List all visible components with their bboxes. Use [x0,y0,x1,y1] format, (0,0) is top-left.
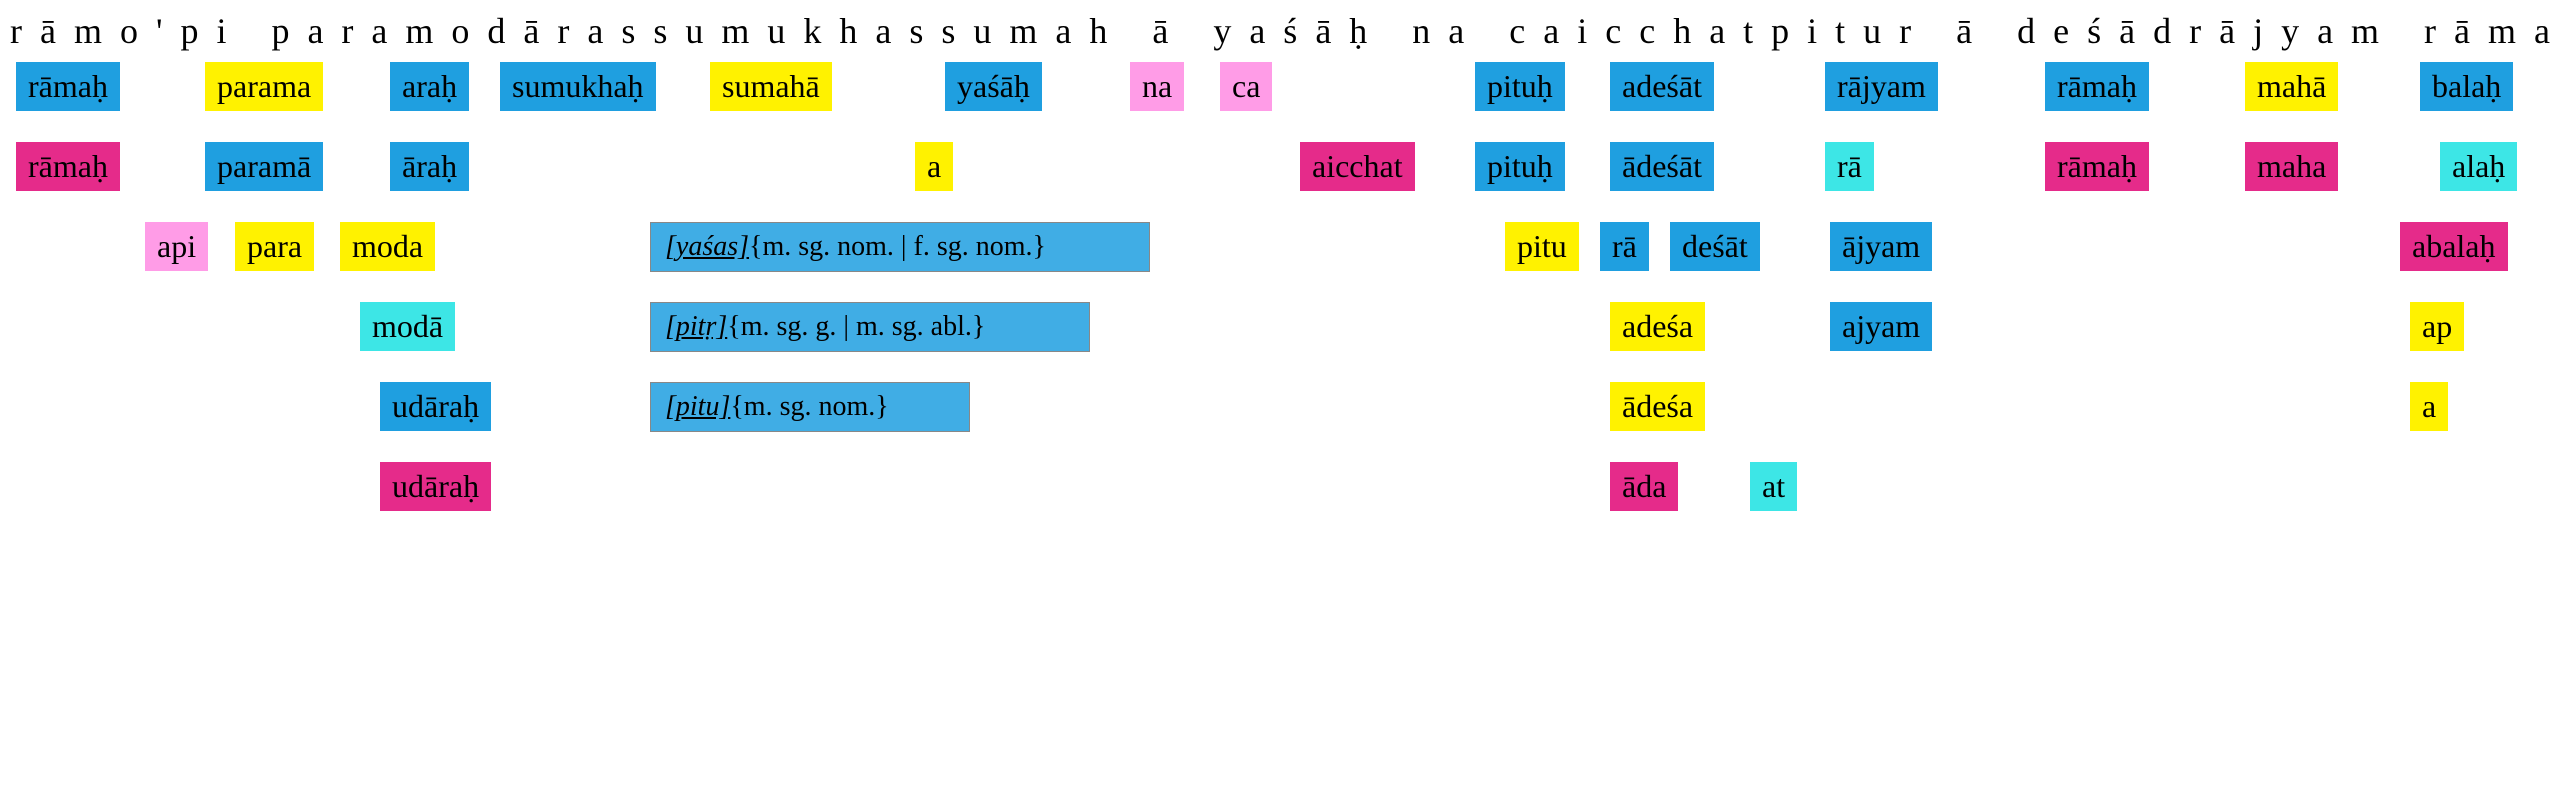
tooltip-grammar: {m. sg. g. | m. sg. abl.} [727,311,985,342]
segment-t-rajyam[interactable]: rājyam [1825,62,1938,111]
tooltip-lemma[interactable]: [yaśas] [665,231,749,262]
segment-t-ramah-1[interactable]: rāmaḥ [16,62,120,111]
tooltip-lemma[interactable]: [pitṛ] [665,311,727,342]
source-text-header: rāmo'pi paramodārassumukhassumah ā yaśāḥ… [10,10,2550,52]
segment-t-parama[interactable]: parama [205,62,323,111]
tooltip-grammar: {m. sg. nom.} [730,391,888,422]
segment-t-a-2[interactable]: a [2410,382,2448,431]
segment-t-sumukhah[interactable]: sumukhaḥ [500,62,656,111]
segment-t-balah[interactable]: balaḥ [2420,62,2513,111]
segment-t-sumaha[interactable]: sumahā [710,62,832,111]
tooltip-tt-pitr[interactable]: [pitṛ]{m. sg. g. | m. sg. abl.} [650,302,1090,352]
segment-t-ada[interactable]: āda [1610,462,1678,511]
segment-t-ajyam-1[interactable]: ājyam [1830,222,1932,271]
segment-t-para[interactable]: para [235,222,314,271]
segment-t-ra-1[interactable]: rā [1825,142,1874,191]
segment-t-ca[interactable]: ca [1220,62,1272,111]
segment-t-ajyam-2[interactable]: ajyam [1830,302,1932,351]
segment-t-aadesat[interactable]: ādeśāt [1610,142,1714,191]
segment-t-udarah-2[interactable]: udāraḥ [380,462,491,511]
segment-t-abalah[interactable]: abalaḥ [2400,222,2508,271]
segment-t-ramah-2[interactable]: rāmaḥ [2045,62,2149,111]
segment-t-adesat-1[interactable]: adeśāt [1610,62,1714,111]
segment-t-desat[interactable]: deśāt [1670,222,1760,271]
segment-t-yasah[interactable]: yaśāḥ [945,62,1042,111]
segment-t-a-1[interactable]: a [915,142,953,191]
segment-t-ap[interactable]: ap [2410,302,2464,351]
tooltip-tt-yasas[interactable]: [yaśas]{m. sg. nom. | f. sg. nom.} [650,222,1150,272]
segment-t-ramah-4[interactable]: rāmaḥ [2045,142,2149,191]
segment-t-maha-1[interactable]: mahā [2245,62,2338,111]
segment-t-api[interactable]: api [145,222,208,271]
segment-t-pitu[interactable]: pitu [1505,222,1579,271]
segment-t-aadesa[interactable]: ādeśa [1610,382,1705,431]
tooltip-grammar: {m. sg. nom. | f. sg. nom.} [749,231,1046,262]
segment-t-aicchat[interactable]: aicchat [1300,142,1415,191]
segment-t-adesa[interactable]: adeśa [1610,302,1705,351]
segment-t-moda[interactable]: moda [340,222,435,271]
tooltip-tt-pitu[interactable]: [pitu]{m. sg. nom.} [650,382,970,432]
segment-t-paramaa[interactable]: paramā [205,142,323,191]
segment-t-ra-2[interactable]: rā [1600,222,1649,271]
segment-t-aarah[interactable]: āraḥ [390,142,469,191]
segment-t-pituh-2[interactable]: pituḥ [1475,142,1565,191]
segment-t-na[interactable]: na [1130,62,1184,111]
segment-t-maha-2[interactable]: maha [2245,142,2338,191]
segment-t-pituh-1[interactable]: pituḥ [1475,62,1565,111]
segment-t-at[interactable]: at [1750,462,1797,511]
segment-t-ramah-3[interactable]: rāmaḥ [16,142,120,191]
tooltip-lemma[interactable]: [pitu] [665,391,730,422]
segment-t-udarah-1[interactable]: udāraḥ [380,382,491,431]
segment-t-arah[interactable]: araḥ [390,62,469,111]
segment-t-alah[interactable]: alaḥ [2440,142,2517,191]
segment-t-modaa[interactable]: modā [360,302,455,351]
segmentation-grid: rāmaḥ parama araḥ sumukhaḥ sumahā yaśāḥ naca pi… [10,62,2550,782]
